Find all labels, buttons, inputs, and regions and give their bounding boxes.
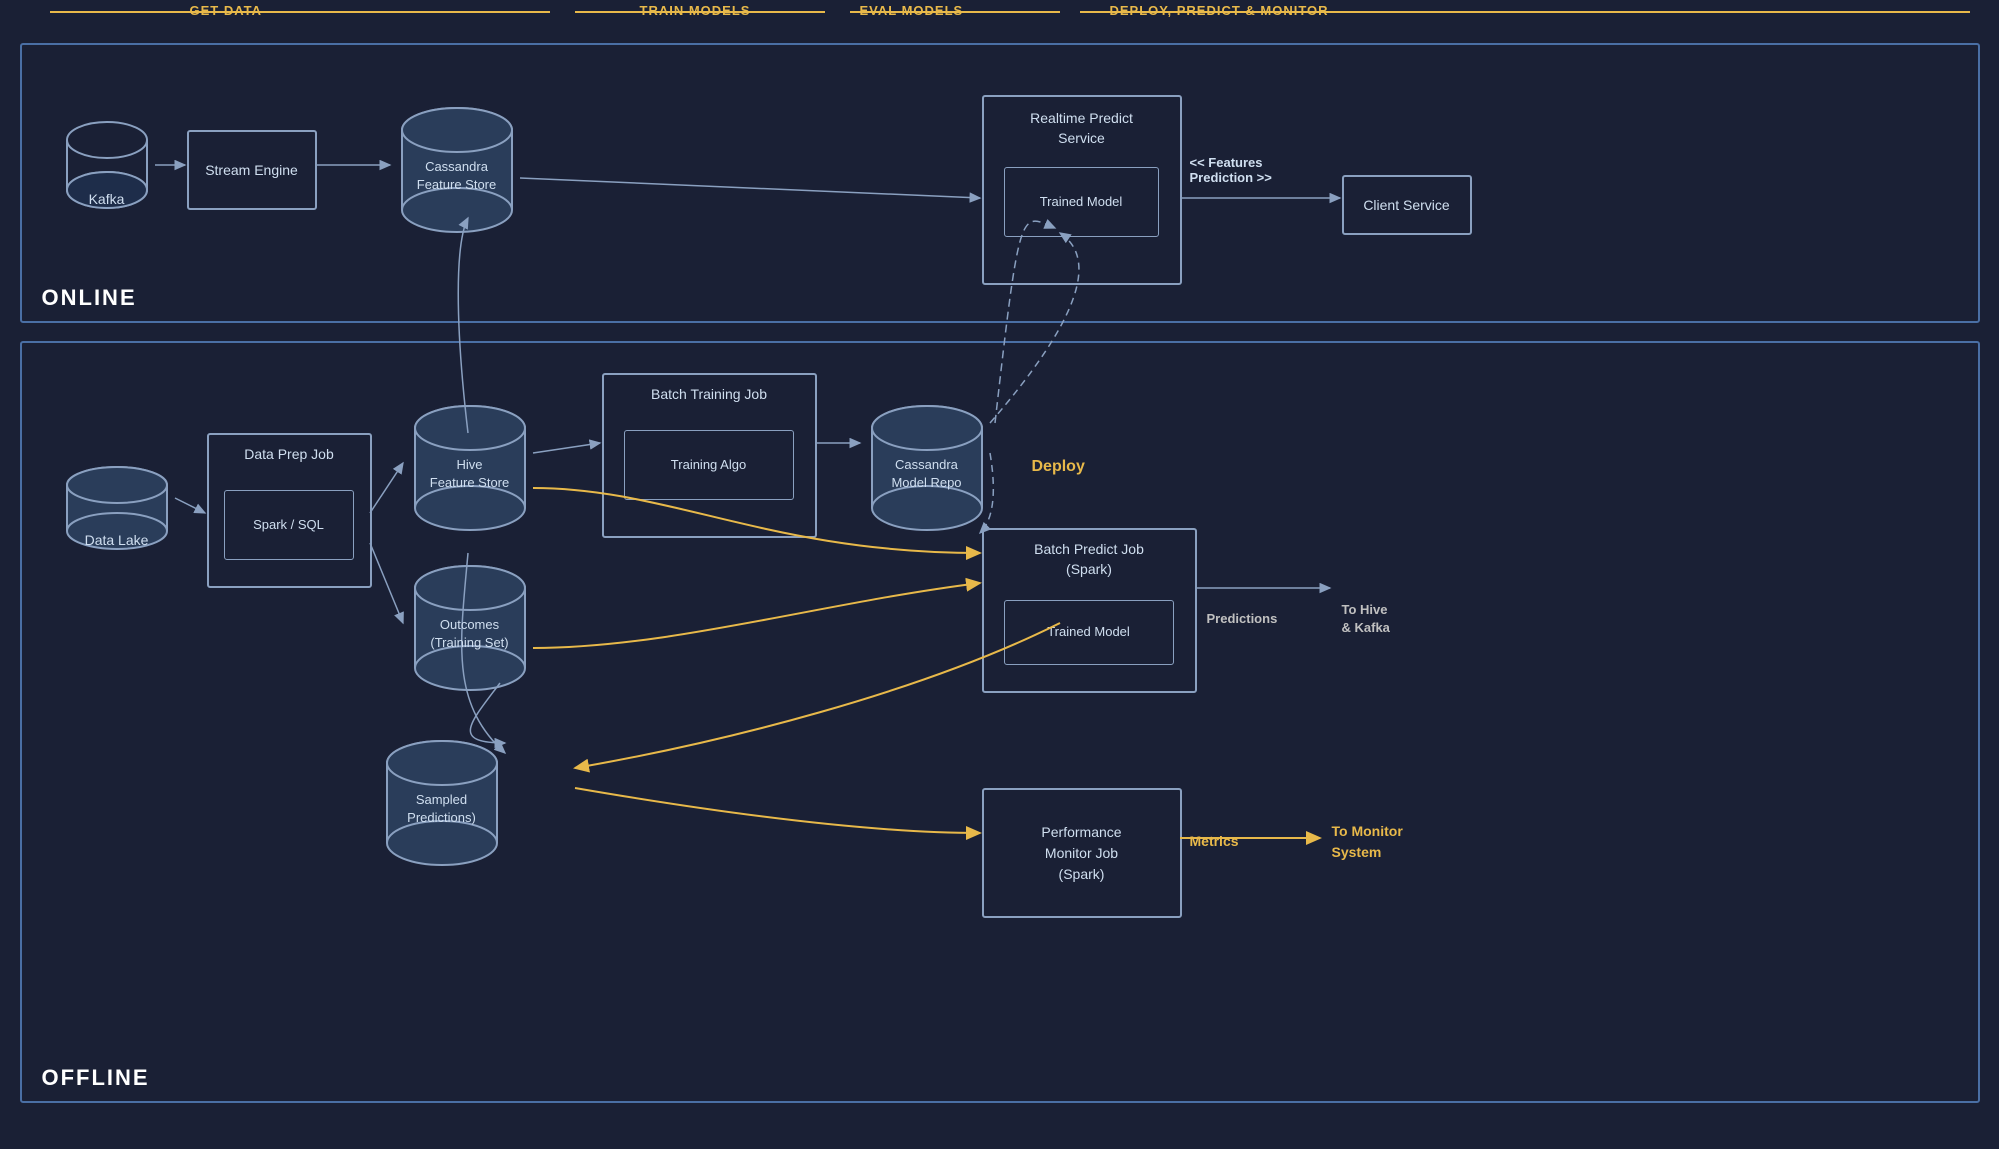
client-service-label: Client Service — [1363, 196, 1449, 214]
online-label: ONLINE — [42, 285, 137, 311]
cassandra-model-repo-label: CassandraModel Repo — [891, 456, 961, 492]
hive-feature-store-label: HiveFeature Store — [430, 456, 510, 492]
cassandra-model-repo-node: CassandraModel Repo — [862, 398, 992, 538]
client-service-node: Client Service — [1342, 175, 1472, 235]
batch-training-job-outer: Batch Training Job Training Algo — [602, 373, 817, 538]
training-algo-node: Training Algo — [624, 430, 794, 500]
outcomes-label: Outcomes(Training Set) — [430, 616, 508, 652]
spark-sql-label: Spark / SQL — [253, 517, 324, 534]
trained-model-online-node: Trained Model — [1004, 167, 1159, 237]
features-prediction-text: << Features Prediction >> — [1190, 155, 1272, 185]
data-lake-label: Data Lake — [57, 532, 177, 548]
stream-engine-label: Stream Engine — [205, 161, 298, 179]
trained-model-offline-label: Trained Model — [1047, 624, 1130, 641]
diagram-container: GET DATA TRAIN MODELS EVAL MODELS DEPLOY… — [20, 23, 1980, 1103]
kafka-node: Kafka — [57, 115, 157, 215]
bracket-deploy — [1080, 11, 1970, 13]
sampled-predictions-label: SampledPredictions) — [407, 791, 476, 827]
trained-model-offline-node: Trained Model — [1004, 600, 1174, 665]
predictions-label: Predictions — [1207, 611, 1278, 626]
hive-feature-store-node: HiveFeature Store — [405, 398, 535, 538]
outcomes-node: Outcomes(Training Set) — [405, 558, 535, 698]
bracket-get-data — [50, 11, 550, 13]
phase-labels: GET DATA TRAIN MODELS EVAL MODELS DEPLOY… — [20, 3, 1980, 23]
deploy-text: Deploy — [1032, 458, 1085, 476]
features-label: << Features — [1190, 155, 1272, 170]
offline-section: OFFLINE Data Lake Data Prep Job Spark / … — [20, 341, 1980, 1103]
data-prep-job-outer: Data Prep Job Spark / SQL — [207, 433, 372, 588]
cassandra-online-node: CassandraFeature Store — [392, 100, 522, 240]
metrics-label: Metrics — [1190, 833, 1239, 849]
to-monitor-text: To Monitor System — [1332, 821, 1403, 863]
data-lake-node: Data Lake — [57, 463, 177, 553]
batch-predict-job-outer: Batch Predict Job(Spark) Trained Model — [982, 528, 1197, 693]
online-section: ONLINE Kafka Stream Engine — [20, 43, 1980, 323]
performance-monitor-node: PerformanceMonitor Job(Spark) — [982, 788, 1182, 918]
training-algo-label: Training Algo — [671, 457, 746, 474]
sampled-predictions-node: SampledPredictions) — [377, 733, 507, 873]
spark-sql-node: Spark / SQL — [224, 490, 354, 560]
to-hive-kafka-text: To Hive & Kafka — [1342, 601, 1390, 637]
prediction-label: Prediction >> — [1190, 170, 1272, 185]
cassandra-online-label: CassandraFeature Store — [417, 158, 497, 194]
offline-label: OFFLINE — [42, 1065, 150, 1091]
performance-monitor-label: PerformanceMonitor Job(Spark) — [1041, 822, 1121, 885]
predictions-text: Predictions — [1207, 611, 1278, 626]
realtime-predict-label: Realtime PredictService — [984, 109, 1180, 148]
batch-predict-label: Batch Predict Job(Spark) — [984, 540, 1195, 579]
kafka-label: Kafka — [57, 191, 157, 207]
stream-engine-node: Stream Engine — [187, 130, 317, 210]
realtime-predict-service-node: Realtime PredictService Trained Model — [982, 95, 1182, 285]
bracket-train-models — [575, 11, 825, 13]
deploy-label: Deploy — [1032, 458, 1085, 475]
data-prep-label: Data Prep Job — [209, 445, 370, 463]
metrics-text: Metrics — [1190, 833, 1239, 849]
batch-training-label: Batch Training Job — [604, 385, 815, 403]
bracket-eval-models — [850, 11, 1060, 13]
trained-model-online-label: Trained Model — [1040, 194, 1123, 211]
